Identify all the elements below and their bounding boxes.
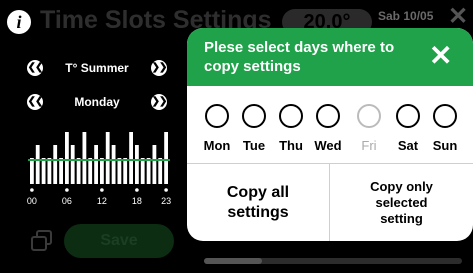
- copy-settings-dialog: Plese select days where to copy settings…: [187, 28, 473, 241]
- copy-all-settings-button[interactable]: Copy all settings: [187, 164, 329, 241]
- day-label: Mon: [203, 138, 231, 153]
- season-next-button[interactable]: ❯❯: [151, 60, 167, 76]
- time-slot-bar[interactable]: [164, 132, 168, 184]
- date-label: Sab 10/05: [378, 9, 434, 23]
- time-slot-chart[interactable]: 00 06 12 18 23: [24, 124, 174, 210]
- time-slot-bar[interactable]: [146, 158, 151, 184]
- tick-dot: [135, 188, 139, 192]
- scroll-thumb[interactable]: [204, 258, 262, 264]
- time-slot-bar[interactable]: [88, 158, 93, 184]
- day-label: Sun: [432, 138, 458, 153]
- time-slot-bar[interactable]: [111, 145, 116, 184]
- copy-selected-setting-button[interactable]: Copy only selected setting: [330, 164, 473, 241]
- hour-tick-label: 12: [97, 196, 107, 206]
- dialog-title: Plese select days where to copy settings: [204, 39, 395, 75]
- copy-icon[interactable]: [30, 230, 54, 252]
- day-next-button[interactable]: ❯❯: [151, 94, 167, 110]
- day-toggle-thu[interactable]: Thu: [272, 104, 310, 153]
- tick-dot: [164, 188, 168, 192]
- checkbox-circle[interactable]: [433, 104, 457, 128]
- checkbox-circle[interactable]: [279, 104, 303, 128]
- season-prev-button[interactable]: ❮❮: [27, 60, 43, 76]
- time-slot-bar[interactable]: [82, 132, 87, 184]
- time-slot-bar[interactable]: [76, 158, 81, 184]
- time-slot-bar[interactable]: [105, 132, 110, 184]
- hour-tick-label: 06: [62, 196, 72, 206]
- time-slot-bar[interactable]: [41, 158, 46, 184]
- day-label: Sat: [397, 138, 419, 153]
- time-slot-bar[interactable]: [100, 158, 104, 184]
- time-slot-bar[interactable]: [123, 158, 128, 184]
- hour-tick-label: 23: [161, 196, 171, 206]
- day-toggle-mon[interactable]: Mon: [198, 104, 236, 153]
- checkbox-circle[interactable]: [396, 104, 420, 128]
- time-slot-bar[interactable]: [30, 158, 34, 184]
- copy-all-label: Copy all settings: [226, 183, 290, 221]
- day-prev-button[interactable]: ❮❮: [27, 94, 43, 110]
- day-label: Monday: [74, 95, 120, 109]
- copy-selected-label: Copy only selected setting: [370, 178, 433, 226]
- time-slot-bar[interactable]: [65, 132, 69, 184]
- checkbox-circle[interactable]: [205, 104, 229, 128]
- time-slot-bar[interactable]: [35, 145, 40, 184]
- checkbox-circle[interactable]: [242, 104, 266, 128]
- info-icon[interactable]: i: [7, 10, 31, 34]
- time-slot-bar[interactable]: [59, 158, 63, 184]
- day-toggle-sat[interactable]: Sat: [389, 104, 427, 153]
- time-slot-bar[interactable]: [47, 158, 52, 184]
- tick-dot: [100, 188, 104, 192]
- day-toggle-wed[interactable]: Wed: [309, 104, 347, 153]
- time-slot-bar[interactable]: [70, 145, 75, 184]
- hour-tick-label: 18: [132, 196, 142, 206]
- time-slot-bar[interactable]: [94, 145, 98, 184]
- dialog-close-icon[interactable]: ✕: [429, 41, 452, 71]
- day-label: Tue: [242, 138, 266, 153]
- day-label: Fri: [361, 138, 377, 153]
- time-slot-bar[interactable]: [135, 145, 139, 184]
- checkbox-circle[interactable]: [316, 104, 340, 128]
- time-slot-bar[interactable]: [158, 158, 163, 184]
- hour-tick-label: 00: [27, 196, 37, 206]
- day-toggle-fri: Fri: [350, 104, 388, 153]
- day-label: Thu: [279, 138, 303, 153]
- time-slot-bar[interactable]: [129, 132, 133, 184]
- tick-dot: [65, 188, 69, 192]
- day-toggle-tue[interactable]: Tue: [235, 104, 273, 153]
- time-slot-bar[interactable]: [117, 158, 122, 184]
- day-toggle-sun[interactable]: Sun: [426, 104, 464, 153]
- time-slot-bar[interactable]: [140, 158, 145, 184]
- tick-dot: [30, 188, 34, 192]
- season-label: T° Summer: [65, 61, 129, 75]
- time-slot-bar[interactable]: [53, 145, 58, 184]
- checkbox-circle-disabled: [357, 104, 381, 128]
- time-slot-bar[interactable]: [152, 145, 157, 184]
- save-button[interactable]: Save: [64, 224, 174, 258]
- close-icon[interactable]: ✕: [448, 2, 468, 31]
- day-label: Wed: [314, 138, 342, 153]
